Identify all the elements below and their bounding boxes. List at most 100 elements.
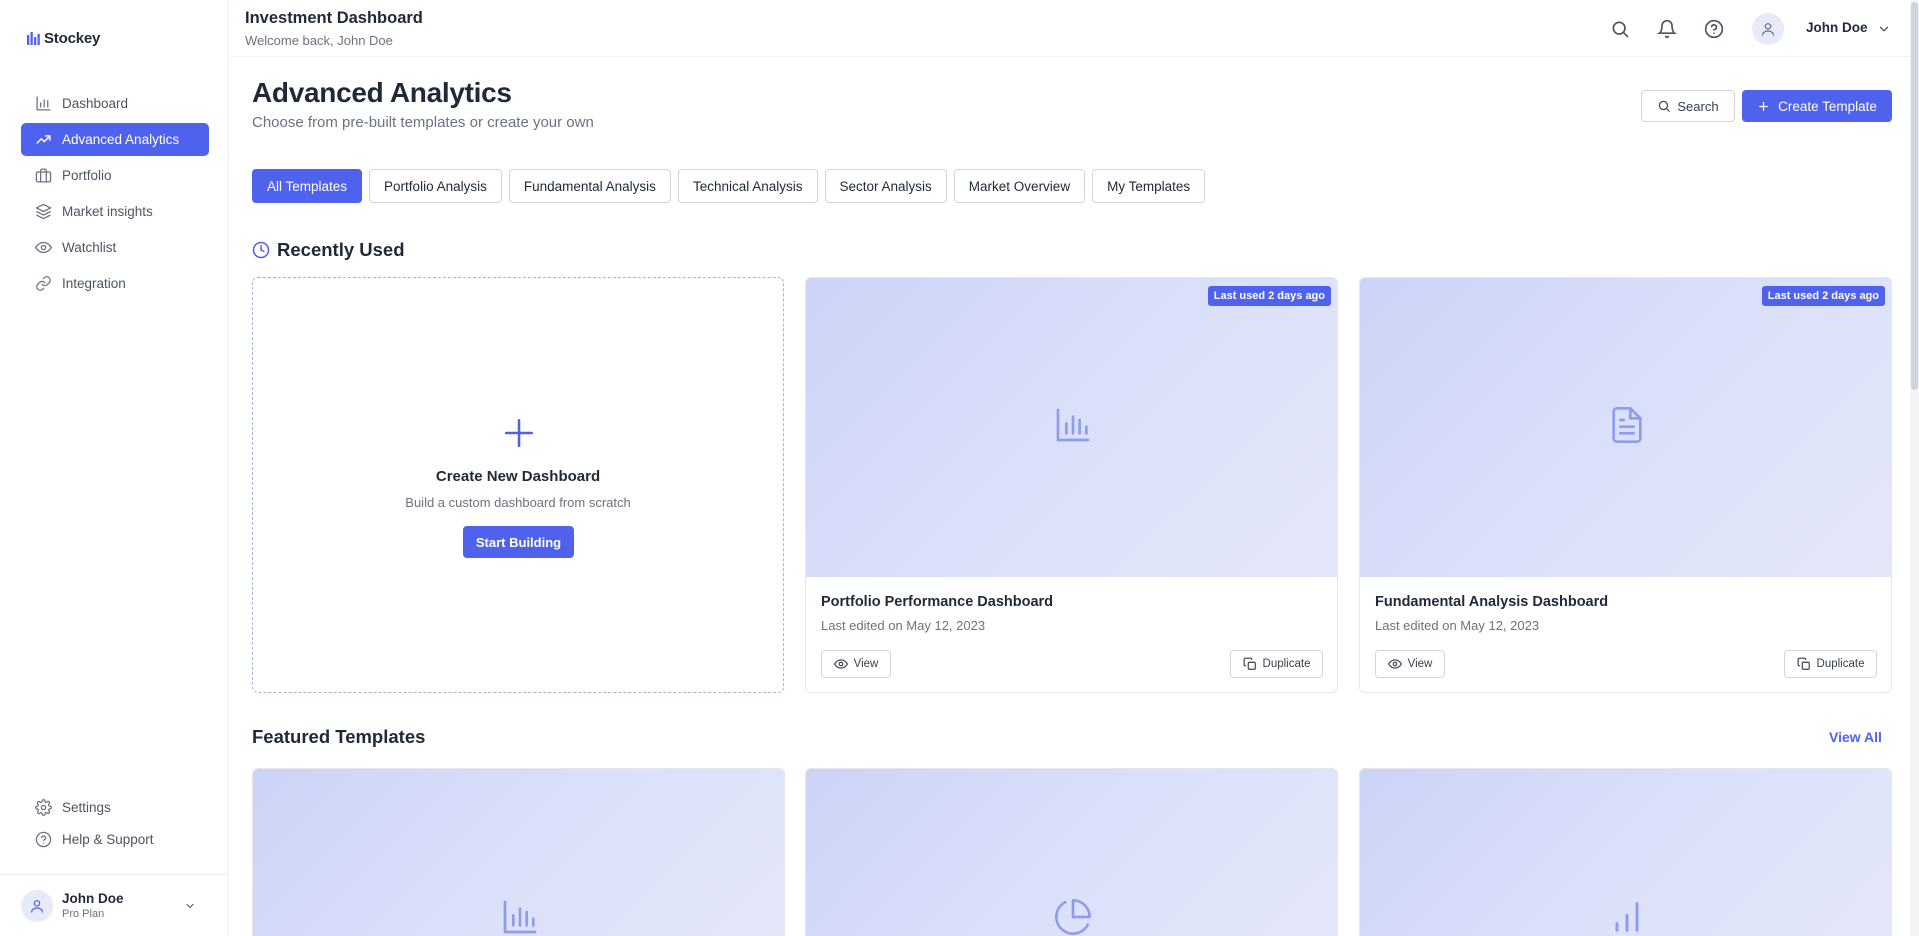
bar-chart-icon <box>35 95 52 112</box>
view-button[interactable]: View <box>1375 650 1445 678</box>
sidebar-item-help-support[interactable]: Help & Support <box>21 824 209 854</box>
eye-icon <box>833 657 848 671</box>
template-card[interactable]: Last used 2 days ago Fundamental Analysi… <box>1359 277 1892 693</box>
recently-used-title: Recently Used <box>277 239 405 260</box>
search-icon[interactable] <box>1610 19 1630 39</box>
template-thumbnail: Last used 2 days ago <box>806 278 1337 577</box>
chevron-down-icon[interactable] <box>1877 22 1891 36</box>
plus-icon <box>502 416 536 450</box>
template-card[interactable]: Last used 2 days ago Portfolio Performan… <box>805 277 1338 693</box>
sidebar-item-watchlist[interactable]: Watchlist <box>21 231 209 264</box>
featured-template-card[interactable] <box>1359 768 1892 936</box>
sidebar-user-menu[interactable]: John Doe Pro Plan <box>0 874 229 936</box>
featured-template-card[interactable] <box>252 768 785 936</box>
eye-icon <box>1387 657 1402 671</box>
sidebar-item-label: Portfolio <box>62 168 112 183</box>
header-subtitle: Welcome back, John Doe <box>245 33 393 48</box>
tab-market-overview[interactable]: Market Overview <box>953 169 1086 203</box>
search-button-label: Search <box>1677 98 1719 114</box>
tab-my-templates[interactable]: My Templates <box>1092 169 1206 203</box>
duplicate-label: Duplicate <box>1262 658 1311 670</box>
page-scrollbar[interactable] <box>1910 0 1919 936</box>
template-title: Fundamental Analysis Dashboard <box>1375 594 1609 610</box>
document-icon <box>1607 405 1647 445</box>
tab-all-templates[interactable]: All Templates <box>252 169 363 203</box>
featured-template-card[interactable] <box>805 768 1338 936</box>
tab-sector-analysis[interactable]: Sector Analysis <box>824 169 947 203</box>
duplicate-button[interactable]: Duplicate <box>1784 650 1877 678</box>
gear-icon <box>35 798 52 816</box>
header-user-name[interactable]: John Doe <box>1806 20 1868 35</box>
create-card-title: Create New Dashboard <box>435 468 601 485</box>
sidebar-item-label: Integration <box>62 276 126 291</box>
tab-fundamental-analysis[interactable]: Fundamental Analysis <box>508 169 671 203</box>
sidebar-item-integration[interactable]: Integration <box>21 267 209 300</box>
page-subtitle: Choose from pre-built templates or creat… <box>252 114 594 131</box>
layers-icon <box>35 203 52 220</box>
last-used-badge: Last used 2 days ago <box>1761 286 1885 306</box>
avatar[interactable] <box>1752 13 1784 45</box>
help-circle-icon <box>35 831 52 848</box>
copy-icon <box>1797 657 1811 671</box>
sidebar-nav: Dashboard Advanced Analytics Portfolio M… <box>21 87 209 303</box>
duplicate-button[interactable]: Duplicate <box>1230 650 1323 678</box>
plus-icon <box>1757 100 1770 113</box>
template-last-edited: Last edited on May 12, 2023 <box>821 618 986 633</box>
bar-chart-icon <box>500 897 540 936</box>
eye-icon <box>35 239 52 256</box>
view-label: View <box>853 658 879 670</box>
last-used-badge: Last used 2 days ago <box>1207 286 1331 306</box>
create-template-button[interactable]: Create Template <box>1742 90 1892 122</box>
create-card-subtitle: Build a custom dashboard from scratch <box>405 495 631 510</box>
duplicate-label: Duplicate <box>1816 658 1865 670</box>
scrollbar-thumb[interactable] <box>1911 2 1918 390</box>
top-header: Investment Dashboard Welcome back, John … <box>230 0 1919 57</box>
page-title: Advanced Analytics <box>252 77 512 108</box>
tab-portfolio-analysis[interactable]: Portfolio Analysis <box>369 169 502 203</box>
bar-chart-icon <box>1053 405 1093 445</box>
avatar <box>21 889 53 922</box>
create-template-label: Create Template <box>1778 98 1877 114</box>
create-new-dashboard-card[interactable]: Create New Dashboard Build a custom dash… <box>252 277 784 693</box>
sidebar-item-advanced-analytics[interactable]: Advanced Analytics <box>21 123 209 156</box>
template-last-edited: Last edited on May 12, 2023 <box>1375 618 1540 633</box>
view-all-link[interactable]: View All <box>1829 729 1882 745</box>
sidebar-item-market-insights[interactable]: Market insights <box>21 195 209 228</box>
link-icon <box>35 275 52 292</box>
sidebar-item-label: Settings <box>62 799 111 815</box>
sidebar-item-portfolio[interactable]: Portfolio <box>21 159 209 192</box>
sidebar-bottom-nav: Settings Help & Support <box>21 792 209 856</box>
search-icon <box>1657 99 1671 113</box>
tab-technical-analysis[interactable]: Technical Analysis <box>677 169 818 203</box>
featured-templates-title: Featured Templates <box>252 726 426 747</box>
sidebar-item-label: Market insights <box>62 204 153 219</box>
header-title: Investment Dashboard <box>245 9 423 27</box>
sidebar-item-settings[interactable]: Settings <box>21 792 209 822</box>
sidebar-item-label: Dashboard <box>62 96 129 111</box>
pie-chart-icon <box>1053 897 1093 936</box>
logo[interactable]: Stockey <box>27 30 100 47</box>
user-name: John Doe <box>62 891 124 906</box>
template-thumbnail: Last used 2 days ago <box>1360 278 1891 577</box>
sidebar-item-label: Advanced Analytics <box>62 132 180 147</box>
start-building-button[interactable]: Start Building <box>463 526 574 558</box>
chevron-down-icon <box>184 900 196 912</box>
search-button[interactable]: Search <box>1641 90 1735 122</box>
briefcase-icon <box>35 167 52 184</box>
view-button[interactable]: View <box>821 650 891 678</box>
help-circle-icon[interactable] <box>1704 19 1724 39</box>
copy-icon <box>1243 657 1257 671</box>
sidebar-item-label: Watchlist <box>62 240 117 255</box>
template-title: Portfolio Performance Dashboard <box>821 594 1054 610</box>
view-label: View <box>1407 658 1433 670</box>
clock-icon <box>252 241 270 259</box>
sidebar-item-label: Help & Support <box>62 831 154 847</box>
template-tabs: All Templates Portfolio Analysis Fundame… <box>252 169 1206 203</box>
sidebar: Stockey Dashboard Advanced Analytics Por… <box>0 0 229 936</box>
sidebar-item-dashboard[interactable]: Dashboard <box>21 87 209 120</box>
bell-icon[interactable] <box>1657 19 1677 39</box>
logo-icon <box>27 32 41 45</box>
user-plan: Pro Plan <box>62 908 105 920</box>
signal-bars-icon <box>1607 897 1647 936</box>
logo-text: Stockey <box>44 30 101 47</box>
